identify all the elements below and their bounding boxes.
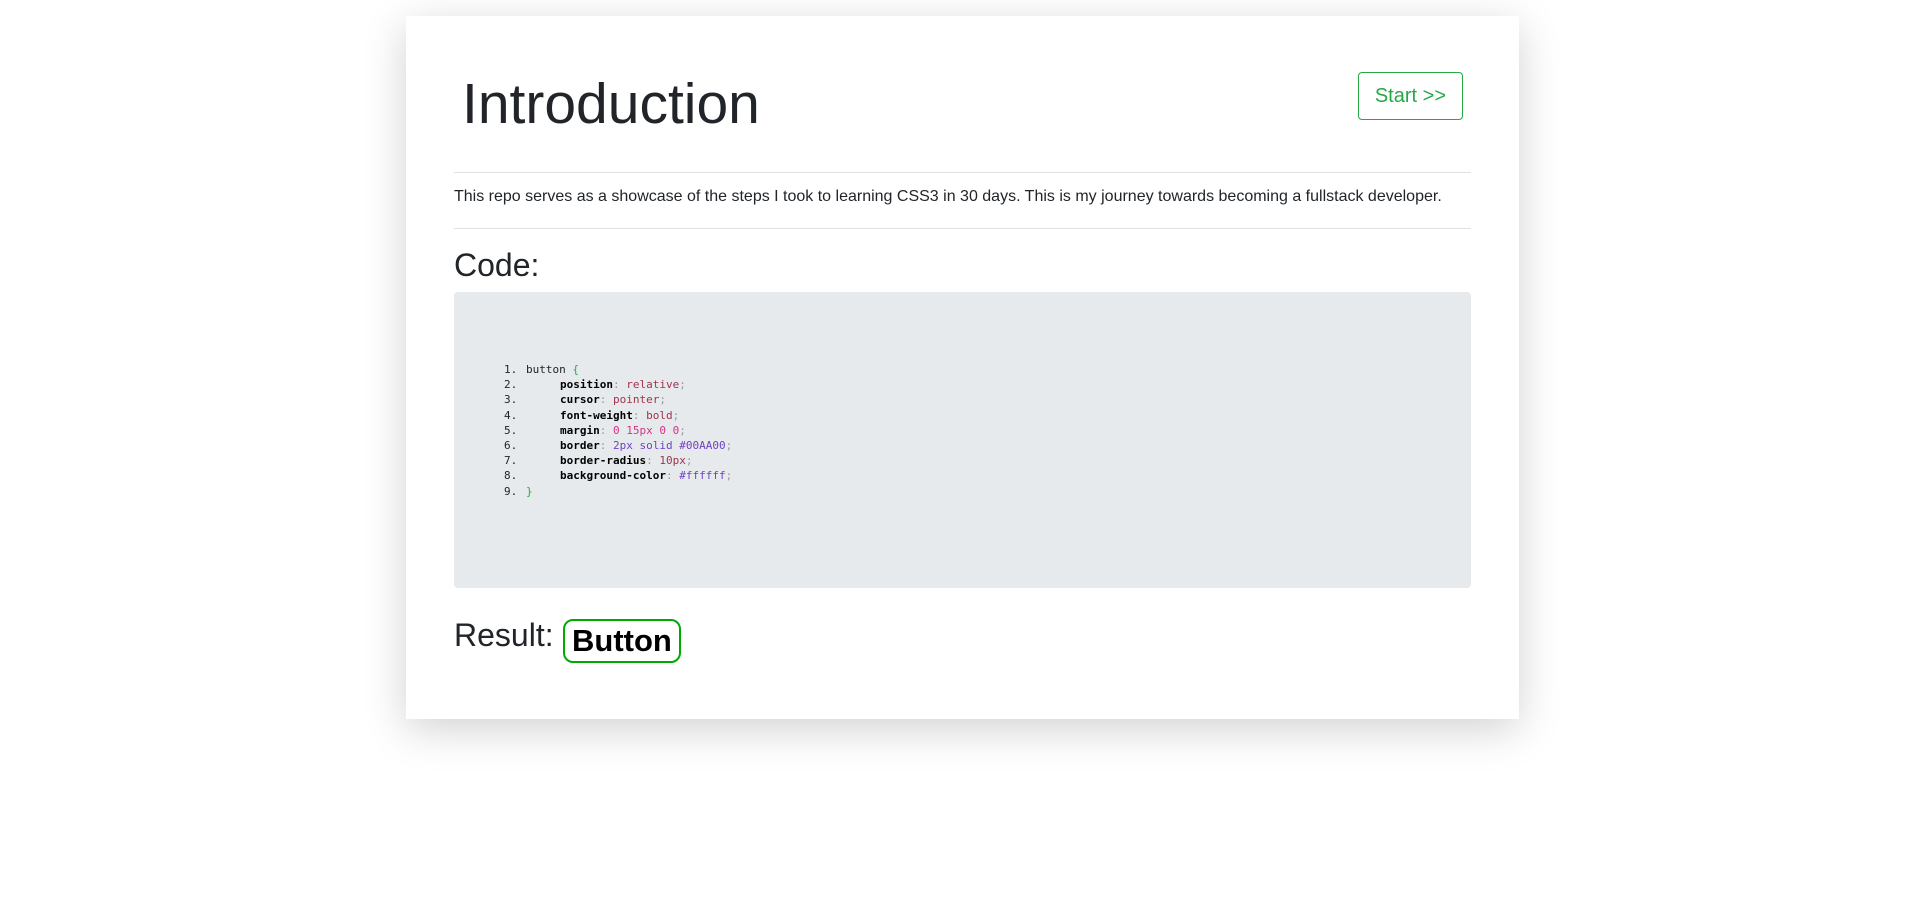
- code-property: border-radius: [560, 454, 647, 468]
- content-card: Introduction Start >> This repo serves a…: [406, 16, 1519, 719]
- result-label: Result:: [454, 617, 554, 653]
- code-heading: Code:: [454, 247, 540, 283]
- code-selector: button: [526, 363, 566, 376]
- code-line: 6. border: 2px solid #00AA00;: [504, 439, 733, 453]
- code-property: font-weight: [560, 408, 633, 422]
- code-line: 1. button {: [504, 362, 732, 377]
- code-property: position: [560, 378, 613, 392]
- line-number: 9.: [504, 484, 518, 498]
- code-value: #ffffff: [679, 469, 726, 483]
- line-number: 6.: [504, 439, 518, 453]
- code-property: margin: [560, 423, 600, 437]
- code-line: 8. background-color: #ffffff;: [504, 469, 733, 483]
- line-number: 1.: [504, 363, 518, 376]
- code-value: 0 15px 0 0: [613, 423, 680, 437]
- code-value: bold: [646, 408, 673, 422]
- start-button[interactable]: Start >>: [1357, 72, 1463, 120]
- code-value: relative: [626, 378, 680, 392]
- code-property: cursor: [560, 393, 600, 407]
- code-open-brace: {: [572, 363, 579, 376]
- code-line: 9.}: [504, 484, 732, 499]
- code-property: background-color: [560, 469, 666, 483]
- line-number: 2.: [504, 378, 518, 392]
- page-header: Introduction Start >>: [454, 16, 1471, 173]
- code-close-brace: }: [526, 484, 533, 498]
- code-line: 5. margin: 0 15px 0 0;: [504, 423, 686, 437]
- line-number: 3.: [504, 393, 518, 407]
- code-value: 2px solid #00AA00: [613, 439, 726, 453]
- code-list: 1. button { 2. position: relative; 3. curso…: [504, 362, 733, 499]
- code-property: border: [560, 439, 600, 453]
- code-line: 7. border-radius: 10px;: [504, 454, 693, 468]
- code-line: 4. font-weight: bold;: [504, 408, 680, 422]
- demo-button[interactable]: Button: [563, 619, 681, 663]
- code-block: 1. button { 2. position: relative; 3. curso…: [454, 292, 1471, 588]
- code-value: pointer: [613, 393, 660, 407]
- code-value: 10px: [659, 454, 686, 468]
- code-line: 3. cursor: pointer;: [504, 393, 666, 407]
- line-number: 7.: [504, 454, 518, 468]
- line-number: 4.: [504, 408, 518, 422]
- code-line: 2. position: relative;: [504, 378, 686, 392]
- page-title: Introduction: [462, 72, 760, 136]
- intro-paragraph: This repo serves as a showcase of the st…: [454, 173, 1471, 229]
- line-number: 8.: [504, 469, 518, 483]
- line-number: 5.: [504, 423, 518, 437]
